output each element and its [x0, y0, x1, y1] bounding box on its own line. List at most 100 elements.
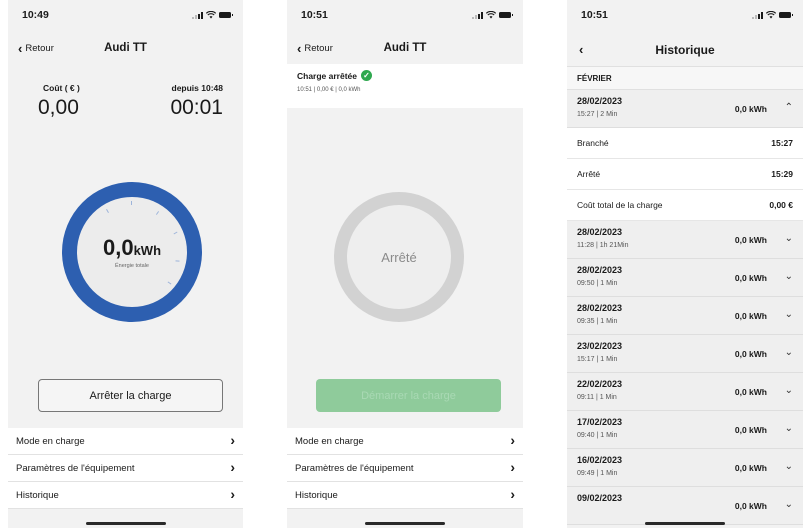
battery-icon [219, 12, 233, 18]
history-entry-expanded[interactable]: 28/02/2023 15:27 | 2 Min 0,0 kWh ⌃ [567, 90, 803, 128]
history-entry[interactable]: 23/02/2023 15:17 | 1 Min 0,0 kWh ⌄ [567, 335, 803, 373]
wifi-icon [206, 11, 216, 19]
history-entry[interactable]: 17/02/2023 09:40 | 1 Min 0,0 kWh ⌄ [567, 411, 803, 449]
wifi-icon [766, 11, 776, 19]
battery-icon [499, 12, 513, 18]
chevron-down-icon: ⌄ [784, 385, 793, 396]
status-bar: 10:51 [287, 0, 523, 30]
menu-item-charge-mode[interactable]: Mode en charge › [8, 428, 243, 455]
cost-label: Coût ( € ) [43, 83, 80, 93]
detail-value: 15:27 [771, 138, 793, 148]
signal-icon [192, 11, 203, 19]
entry-date: 17/02/2023 [577, 417, 623, 427]
wifi-icon [486, 11, 496, 19]
entry-meta: 11:28 | 1h 21Min [577, 242, 629, 249]
entry-energy: 0,0 kWh [734, 387, 767, 397]
energy-value: 0,0kWh [77, 235, 187, 261]
history-screen: 10:51 ‹ Historique FÉVRIER 28/02/2023 15… [567, 0, 803, 528]
entry-energy: 0,0 kWh [734, 425, 767, 435]
chevron-down-icon: ⌄ [784, 461, 793, 472]
menu-item-equipment-settings[interactable]: Paramètres de l'équipement › [287, 455, 523, 482]
entry-energy: 0,0 kWh [734, 235, 767, 245]
charge-status-label: Charge arrêtée [297, 70, 358, 81]
status-icons [472, 11, 513, 19]
status-icons [192, 11, 233, 19]
menu-item-charge-mode[interactable]: Mode en charge › [287, 428, 523, 455]
menu-item-equipment-settings[interactable]: Paramètres de l'équipement › [8, 455, 243, 482]
energy-label: Énergie totale [115, 263, 149, 269]
history-entry[interactable]: 28/02/2023 09:50 | 1 Min 0,0 kWh ⌄ [567, 259, 803, 297]
detail-row: Branché 15:27 [567, 128, 803, 159]
menu-item-label: Paramètres de l'équipement [16, 462, 135, 474]
history-list: 28/02/2023 15:27 | 2 Min 0,0 kWh ⌃ Branc… [567, 90, 803, 525]
menu-item-history[interactable]: Historique › [8, 482, 243, 509]
chevron-down-icon: ⌄ [784, 233, 793, 244]
entry-meta: 09:50 | 1 Min [577, 280, 618, 287]
signal-icon [752, 11, 763, 19]
history-entry[interactable]: 28/02/2023 09:35 | 1 Min 0,0 kWh ⌄ [567, 297, 803, 335]
status-bar: 10:51 [567, 0, 803, 30]
stop-charge-button[interactable]: Arrêter la charge [38, 379, 223, 412]
entry-date: 09/02/2023 [577, 493, 623, 503]
menu-item-label: Historique [295, 489, 338, 501]
status-bar: 10:49 [8, 0, 243, 30]
history-entry[interactable]: 28/02/2023 11:28 | 1h 21Min 0,0 kWh ⌄ [567, 221, 803, 259]
entry-meta: 09:40 | 1 Min [577, 432, 618, 439]
entry-energy: 0,0 kWh [734, 273, 767, 283]
home-indicator [645, 522, 725, 525]
menu-item-label: Paramètres de l'équipement [295, 462, 414, 474]
history-entry[interactable]: 09/02/2023 0,0 kWh ⌄ [567, 487, 803, 525]
chevron-right-icon: › [230, 432, 235, 448]
detail-row: Arrêté 15:29 [567, 159, 803, 190]
chevron-up-icon: ⌃ [784, 102, 793, 113]
home-indicator [365, 522, 445, 525]
charge-status: Charge arrêtée ✓ [297, 70, 373, 81]
entry-meta: 09:49 | 1 Min [577, 470, 618, 477]
energy-gauge: 0,0kWh Énergie totale [62, 182, 202, 322]
history-entry[interactable]: 16/02/2023 09:49 | 1 Min 0,0 kWh ⌄ [567, 449, 803, 487]
history-entry[interactable]: 22/02/2023 09:11 | 1 Min 0,0 kWh ⌄ [567, 373, 803, 411]
status-time: 10:49 [22, 9, 49, 21]
chevron-right-icon: › [510, 432, 515, 448]
battery-icon [779, 12, 793, 18]
detail-value: 0,00 € [769, 200, 793, 210]
nav-bar: ‹ Historique [567, 40, 803, 62]
entry-energy: 0,0 kWh [734, 349, 767, 359]
cost-value: 0,00 [38, 96, 79, 119]
chevron-down-icon: ⌄ [784, 499, 793, 510]
page-title: Historique [655, 43, 715, 57]
detail-label: Arrêté [577, 169, 601, 179]
chevron-right-icon: › [230, 459, 235, 475]
status-time: 10:51 [301, 9, 328, 21]
charge-detail: 10:51 | 0,00 € | 0,0 kWh [297, 87, 361, 93]
stopped-ring: Arrêté [334, 192, 464, 322]
start-charge-button[interactable]: Démarrer la charge [316, 379, 501, 412]
detail-label: Coût total de la charge [577, 200, 663, 210]
menu-item-history[interactable]: Historique › [287, 482, 523, 509]
chevron-right-icon: › [510, 486, 515, 502]
detail-row: Coût total de la charge 0,00 € [567, 190, 803, 221]
entry-meta: 09:11 | 1 Min [577, 394, 617, 401]
entry-date: 28/02/2023 [577, 227, 623, 237]
stopped-screen: 10:51 ‹ Retour Audi TT Charge arrêtée ✓ … [287, 0, 523, 528]
entry-date: 16/02/2023 [577, 455, 623, 465]
entry-meta: 15:27 | 2 Min [577, 111, 618, 118]
entry-date: 28/02/2023 [577, 303, 623, 313]
entry-date: 28/02/2023 [577, 265, 623, 275]
check-icon: ✓ [361, 70, 373, 81]
signal-icon [472, 11, 483, 19]
ring-label: Arrêté [347, 205, 451, 309]
menu-item-label: Historique [16, 489, 59, 501]
detail-label: Branché [577, 138, 609, 148]
month-header: FÉVRIER [567, 66, 803, 90]
chevron-right-icon: › [510, 459, 515, 475]
page-title: Audi TT [104, 42, 147, 54]
menu-item-label: Mode en charge [16, 435, 85, 447]
gauge-tick [167, 281, 172, 285]
nav-bar: ‹ Retour Audi TT [8, 38, 243, 62]
home-indicator [85, 522, 166, 525]
energy-number: 0,0 [102, 235, 134, 260]
status-time: 10:51 [581, 9, 608, 21]
menu-item-label: Mode en charge [295, 435, 364, 447]
chevron-down-icon: ⌄ [784, 423, 793, 434]
